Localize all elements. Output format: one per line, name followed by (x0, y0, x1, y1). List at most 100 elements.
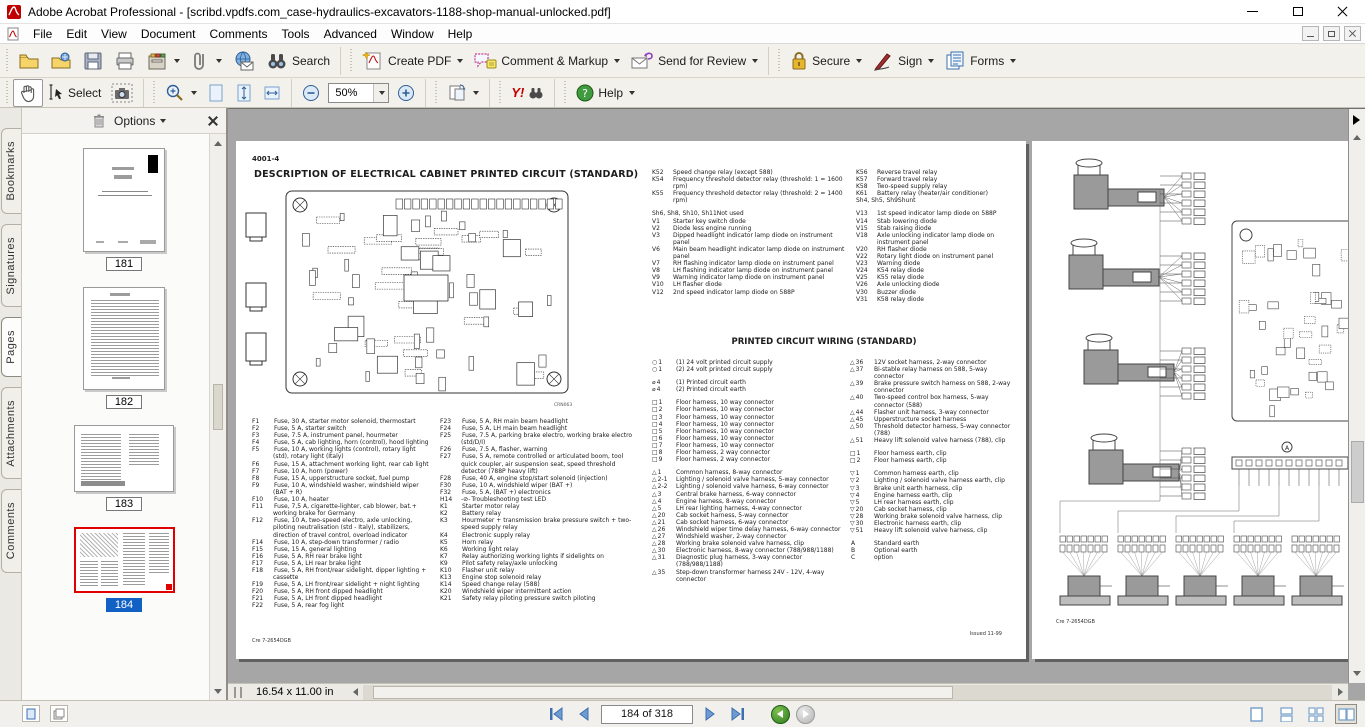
doc-close-button[interactable] (1344, 26, 1361, 41)
menu-item[interactable]: View (94, 25, 134, 43)
organizer-button[interactable] (45, 47, 77, 75)
zoom-dropdown-button[interactable] (373, 84, 388, 102)
sidebar-tab-attachments[interactable]: Attachments (1, 387, 21, 480)
last-page-button[interactable] (727, 703, 749, 725)
snapshot-tool-button[interactable] (106, 79, 138, 107)
menu-item[interactable]: Document (134, 25, 203, 43)
email-button[interactable] (227, 47, 261, 75)
menu-item[interactable]: File (26, 25, 59, 43)
toolbar-grip[interactable] (4, 81, 10, 105)
menu-item[interactable]: Tools (275, 25, 317, 43)
scroll-up-button[interactable] (1351, 131, 1363, 143)
thumbnail-184-selected[interactable]: 184 (74, 527, 175, 612)
first-page-button[interactable] (545, 703, 567, 725)
secure-dropdown[interactable]: Secure (785, 47, 867, 75)
continuous-facing-view-button[interactable] (1305, 704, 1327, 724)
pane-splitter-handle[interactable] (234, 687, 242, 698)
scroll-down-button[interactable] (1351, 667, 1363, 679)
close-button[interactable] (1320, 0, 1365, 24)
attach-file-dropdown[interactable] (185, 47, 227, 75)
open-button[interactable] (13, 47, 45, 75)
vertical-scrollbar[interactable] (1348, 109, 1365, 683)
status-layers-icon[interactable] (50, 705, 68, 722)
single-page-view-button[interactable] (1245, 704, 1267, 724)
dropdown-arrow-icon (752, 59, 758, 63)
next-view-button[interactable] (796, 705, 815, 724)
file-drawer-dropdown[interactable] (141, 47, 185, 75)
zoom-in-button[interactable] (392, 79, 420, 107)
fit-width-button[interactable] (258, 79, 286, 107)
menu-item[interactable]: Comments (203, 25, 275, 43)
sidebar-tab-pages[interactable]: Pages (1, 317, 21, 377)
rotate-pages-dropdown[interactable] (442, 79, 484, 107)
toolbar-grip[interactable] (497, 81, 503, 105)
arrow-up-icon (214, 141, 222, 146)
forms-dropdown[interactable]: Forms (939, 47, 1021, 75)
dropdown-arrow-icon (928, 59, 934, 63)
hand-tool-button[interactable] (13, 79, 43, 107)
previous-view-button[interactable] (771, 705, 790, 724)
sidebar-tab-comments[interactable]: Comments (1, 489, 21, 572)
select-tool-button[interactable]: Select (43, 79, 106, 107)
wiring-list-column-2: △3612V socket harness, 2-way connector△3… (850, 359, 1018, 561)
toolbar-grip[interactable] (348, 49, 354, 73)
fit-page-button[interactable] (230, 79, 258, 107)
options-menu-button[interactable]: Options (114, 114, 166, 128)
thumbnail-scrollbar[interactable] (209, 134, 226, 700)
page-number-input[interactable]: 184 of 318 (601, 705, 693, 724)
status-doc-icon[interactable] (22, 705, 40, 722)
send-for-review-dropdown[interactable]: Send for Review (625, 47, 763, 75)
minimize-button[interactable] (1230, 0, 1275, 24)
horizontal-scrollbar[interactable] (363, 685, 1332, 700)
thumbnail-182[interactable]: 182 (83, 287, 165, 409)
previous-page-button[interactable] (573, 703, 595, 725)
menu-item[interactable]: Window (384, 25, 441, 43)
next-page-button[interactable] (699, 703, 721, 725)
zoom-out-button[interactable] (297, 79, 325, 107)
menu-item[interactable]: Help (441, 25, 480, 43)
toolbar-grip[interactable] (776, 49, 782, 73)
thumbnail-181[interactable]: 181 (83, 148, 165, 271)
scroll-right-button[interactable] (1332, 685, 1348, 700)
thumbnail-183[interactable]: 183 (74, 425, 174, 511)
yahoo-search-button[interactable]: Y! (506, 79, 549, 107)
scrollbar-thumb[interactable] (1351, 441, 1364, 503)
menu-item[interactable]: Edit (59, 25, 94, 43)
doc-minimize-button[interactable] (1302, 26, 1319, 41)
doc-restore-button[interactable] (1323, 26, 1340, 41)
wiring-item: Coption (850, 554, 1018, 561)
continuous-view-button[interactable] (1275, 704, 1297, 724)
sign-dropdown[interactable]: Sign (867, 47, 939, 75)
close-panel-button[interactable] (208, 116, 218, 126)
relay-item: K54Frequency threshold detector relay (t… (652, 176, 850, 190)
splitter-arrow-icon[interactable] (1353, 115, 1360, 125)
create-pdf-dropdown[interactable]: Create PDF (357, 47, 468, 75)
zoom-level-combobox[interactable]: 50% (328, 83, 389, 103)
toolbar-grip[interactable] (151, 81, 157, 105)
scroll-up-button[interactable] (212, 137, 224, 149)
scrollbar-thumb[interactable] (373, 686, 953, 699)
save-button[interactable] (77, 47, 109, 75)
toolbar-grip[interactable] (562, 81, 568, 105)
facing-view-button[interactable] (1335, 704, 1357, 724)
print-button[interactable] (109, 47, 141, 75)
thumbnail-page-label: 181 (106, 257, 142, 271)
scroll-left-button[interactable] (347, 685, 363, 700)
document-pane[interactable]: 4001-4 DESCRIPTION OF ELECTRICAL CABINET… (228, 108, 1365, 700)
menu-item[interactable]: Advanced (317, 25, 384, 43)
zoom-tool-dropdown[interactable] (160, 79, 202, 107)
fuse-item: F21Fuse, 5 A, LH front dipped headlight (252, 595, 432, 602)
search-button[interactable]: Search (261, 47, 335, 75)
scrollbar-thumb[interactable] (213, 384, 223, 430)
help-dropdown[interactable]: ? Help (571, 79, 640, 107)
comment-markup-dropdown[interactable]: Comment & Markup (468, 47, 625, 75)
toolbar-grip[interactable] (4, 49, 10, 73)
maximize-button[interactable] (1275, 0, 1320, 24)
scroll-down-button[interactable] (212, 685, 224, 697)
sidebar-tab-signatures[interactable]: Signatures (1, 224, 21, 308)
zoom-level-value[interactable]: 50% (329, 87, 373, 99)
actual-size-button[interactable] (202, 79, 230, 107)
sidebar-tab-bookmarks[interactable]: Bookmarks (1, 128, 21, 214)
trash-icon[interactable] (92, 113, 106, 128)
toolbar-grip[interactable] (433, 81, 439, 105)
